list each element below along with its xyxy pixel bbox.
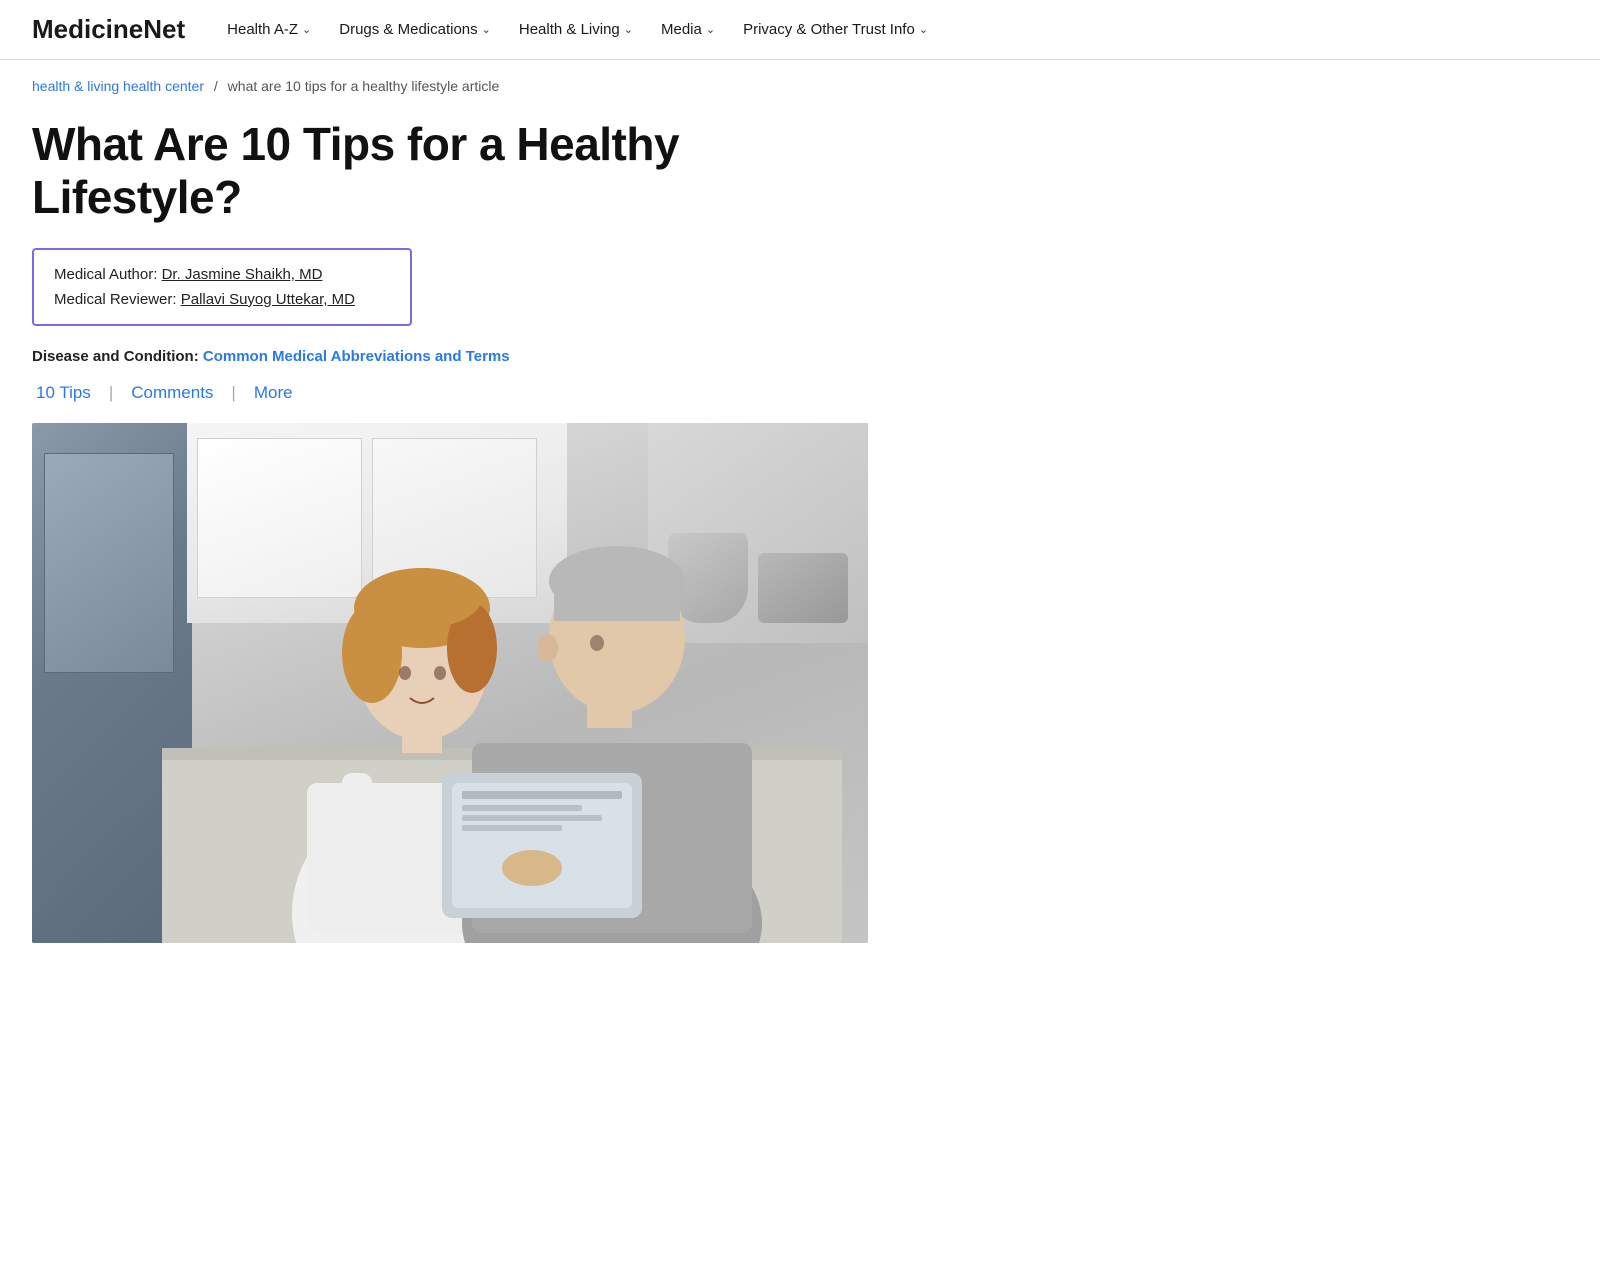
main-nav: MedicineNet Health A-Z ⌄ Drugs & Medicat… (0, 0, 1600, 60)
chevron-down-icon: ⌄ (624, 23, 633, 36)
tab-nav: 10 Tips | Comments | More (32, 383, 868, 403)
tab-ten-tips[interactable]: 10 Tips (32, 383, 95, 403)
article-content: What Are 10 Tips for a Healthy Lifestyle… (0, 102, 900, 975)
disease-link[interactable]: Common Medical Abbreviations and Terms (203, 348, 510, 365)
author-line: Medical Author: Dr. Jasmine Shaikh, MD (54, 266, 390, 283)
nav-item-privacy[interactable]: Privacy & Other Trust Info ⌄ (729, 15, 942, 44)
author-box: Medical Author: Dr. Jasmine Shaikh, MD M… (32, 248, 412, 326)
breadcrumb: health & living health center / what are… (0, 60, 1600, 102)
breadcrumb-current: what are 10 tips for a healthy lifestyle… (228, 78, 500, 94)
cabinet-door (44, 453, 174, 673)
tab-separator-2: | (231, 383, 235, 403)
tab-separator-1: | (109, 383, 113, 403)
people-svg (162, 433, 842, 943)
nav-item-drugs-medications[interactable]: Drugs & Medications ⌄ (325, 15, 505, 44)
disease-condition-line: Disease and Condition: Common Medical Ab… (32, 348, 868, 365)
site-logo[interactable]: MedicineNet (32, 14, 185, 45)
reviewer-name-link[interactable]: Pallavi Suyog Uttekar, MD (181, 291, 355, 308)
breadcrumb-link[interactable]: health & living health center (32, 78, 204, 94)
nav-item-media[interactable]: Media ⌄ (647, 15, 729, 44)
chevron-down-icon: ⌄ (919, 23, 928, 36)
kitchen-scene (32, 423, 868, 943)
disease-label: Disease and Condition: (32, 348, 199, 365)
tab-comments[interactable]: Comments (127, 383, 217, 403)
nav-menu: Health A-Z ⌄ Drugs & Medications ⌄ Healt… (213, 15, 942, 44)
chevron-down-icon: ⌄ (706, 23, 715, 36)
nav-item-health-az[interactable]: Health A-Z ⌄ (213, 15, 325, 44)
article-image (32, 423, 868, 943)
author-label: Medical Author: (54, 266, 157, 283)
chevron-down-icon: ⌄ (482, 23, 491, 36)
nav-item-health-living[interactable]: Health & Living ⌄ (505, 15, 647, 44)
breadcrumb-separator: / (214, 78, 218, 94)
tab-more[interactable]: More (250, 383, 297, 403)
chevron-down-icon: ⌄ (302, 23, 311, 36)
reviewer-label: Medical Reviewer: (54, 291, 177, 308)
reviewer-line: Medical Reviewer: Pallavi Suyog Uttekar,… (54, 291, 390, 308)
article-title: What Are 10 Tips for a Healthy Lifestyle… (32, 118, 868, 224)
author-name-link[interactable]: Dr. Jasmine Shaikh, MD (162, 266, 323, 283)
